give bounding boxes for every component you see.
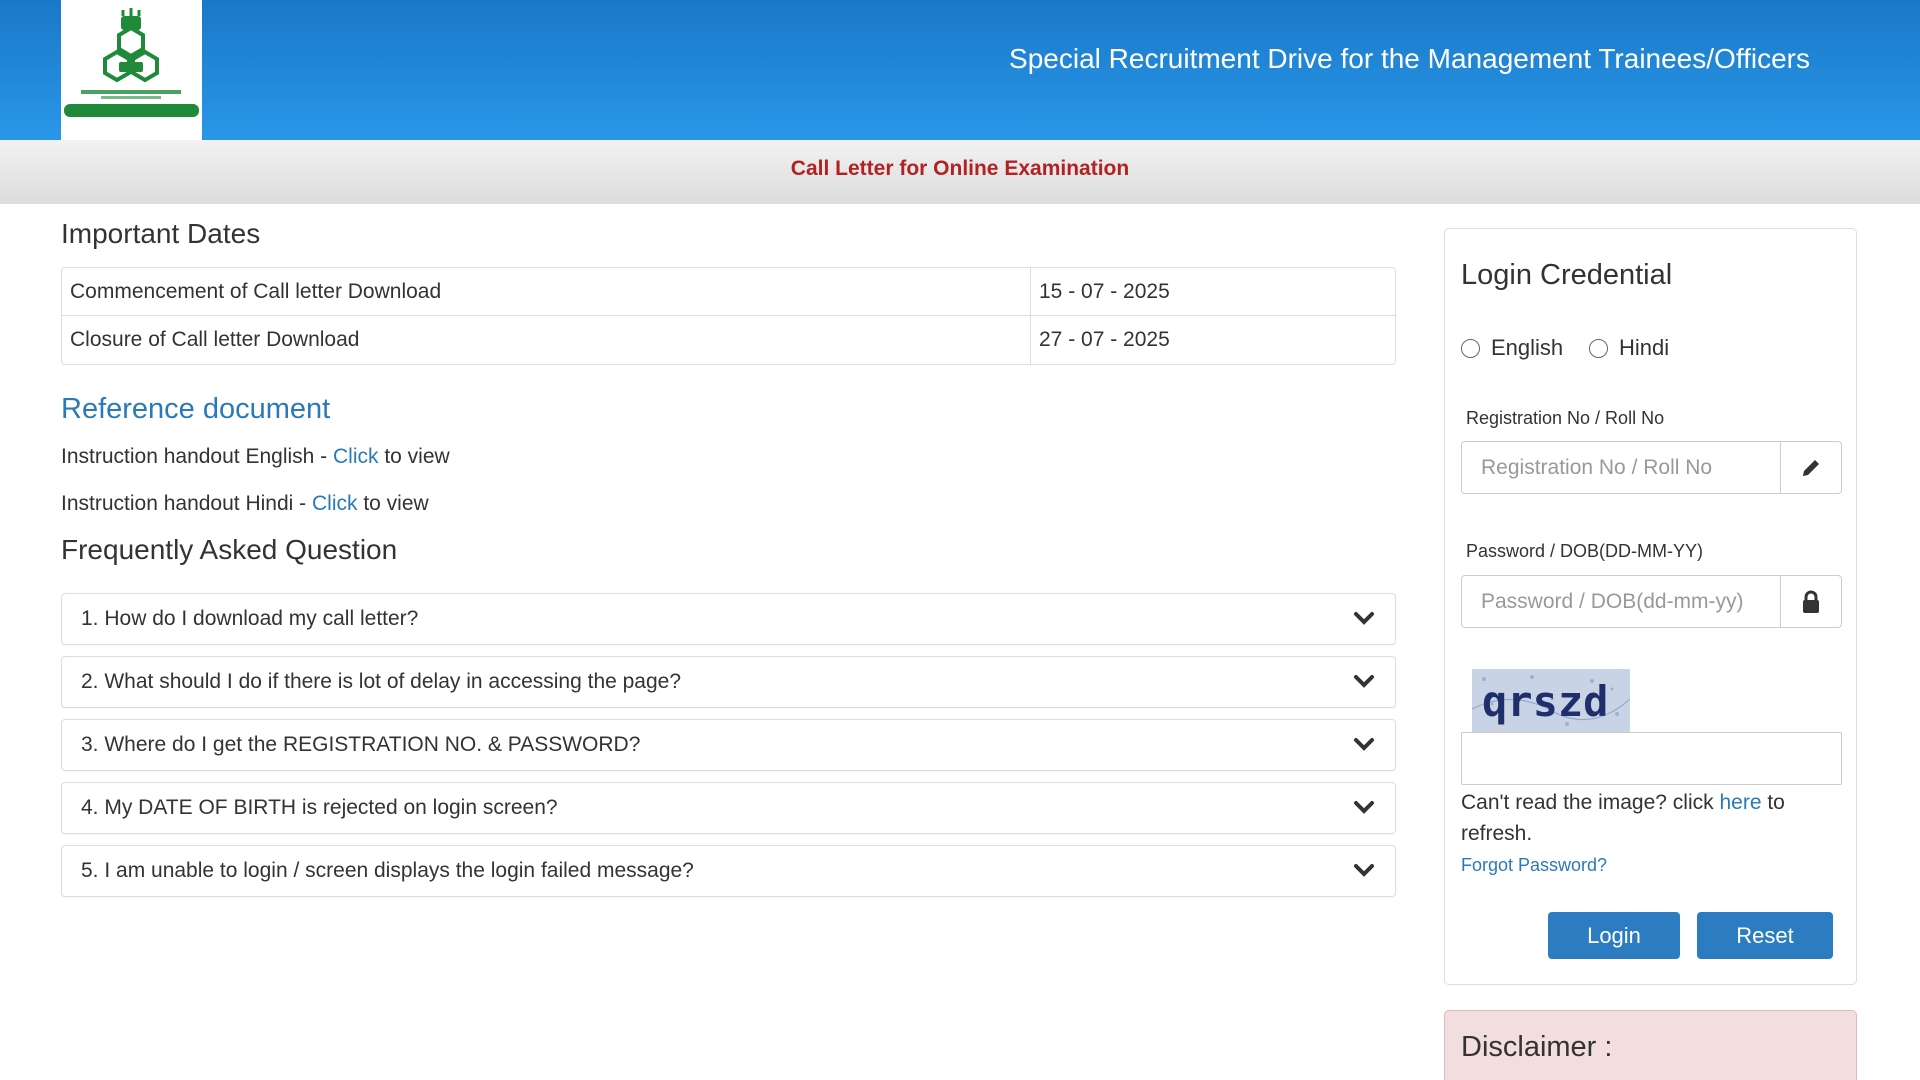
faq-question: 2. What should I do if there is lot of d… xyxy=(81,670,682,693)
reference-suffix: to view xyxy=(378,445,450,468)
captcha-help: Can't read the image? click here to refr… xyxy=(1461,787,1841,849)
registration-addon xyxy=(1780,442,1841,493)
lock-icon xyxy=(1802,590,1819,613)
password-addon xyxy=(1780,576,1841,627)
site-header: Special Recruitment Drive for the Manage… xyxy=(0,0,1920,140)
faq-item[interactable]: 3. Where do I get the REGISTRATION NO. &… xyxy=(61,719,1396,771)
faq-question: 5. I am unable to login / screen display… xyxy=(81,859,694,882)
radio-label: English xyxy=(1491,335,1564,360)
password-input-group xyxy=(1461,575,1842,628)
chevron-down-icon xyxy=(1354,864,1374,877)
reset-button[interactable]: Reset xyxy=(1697,912,1833,959)
important-dates-table: Commencement of Call letter Download 15 … xyxy=(61,267,1396,365)
language-radio-hindi[interactable]: Hindi xyxy=(1589,335,1669,361)
chevron-down-icon xyxy=(1354,675,1374,688)
pencil-icon xyxy=(1802,459,1819,476)
captcha-help-text: Can't read the image? click xyxy=(1461,791,1720,814)
disclaimer-heading: Disclaimer : xyxy=(1461,1031,1613,1063)
date-value: 15 - 07 - 2025 xyxy=(1030,268,1395,316)
important-dates-heading: Important Dates xyxy=(61,218,261,249)
registration-label: Registration No / Roll No xyxy=(1466,408,1665,428)
hindi-handout-link[interactable]: Click xyxy=(312,492,358,515)
subheader-bar: Call Letter for Online Examination xyxy=(0,140,1920,204)
chevron-down-icon xyxy=(1354,801,1374,814)
table-row: Closure of Call letter Download 27 - 07 … xyxy=(62,316,1395,364)
reference-text: Instruction handout English - xyxy=(61,445,333,468)
radio-button[interactable] xyxy=(1461,338,1480,358)
login-heading: Login Credential xyxy=(1461,259,1673,291)
forgot-password-link[interactable]: Forgot Password? xyxy=(1461,855,1607,876)
date-label: Commencement of Call letter Download xyxy=(62,268,1030,316)
chevron-down-icon xyxy=(1354,612,1374,625)
registration-input[interactable] xyxy=(1462,442,1781,493)
page-title: Special Recruitment Drive for the Manage… xyxy=(1009,43,1810,74)
date-label: Closure of Call letter Download xyxy=(70,328,360,351)
table-row: Commencement of Call letter Download 15 … xyxy=(62,268,1395,316)
radio-button[interactable] xyxy=(1589,338,1608,358)
english-handout-link[interactable]: Click xyxy=(333,445,379,468)
captcha-text: qrszd xyxy=(1482,677,1608,726)
faq-question: 4. My DATE OF BIRTH is rejected on login… xyxy=(81,796,558,819)
password-input[interactable] xyxy=(1462,576,1781,627)
reference-heading: Reference document xyxy=(61,393,331,425)
faq-item[interactable]: 5. I am unable to login / screen display… xyxy=(61,845,1396,897)
registration-input-group xyxy=(1461,441,1842,494)
faq-question: 1. How do I download my call letter? xyxy=(81,607,419,630)
reference-text: Instruction handout Hindi - xyxy=(61,492,312,515)
reference-item-english: Instruction handout English - Click to v… xyxy=(61,445,450,469)
captcha-input[interactable] xyxy=(1461,732,1842,785)
chevron-down-icon xyxy=(1354,738,1374,751)
captcha-image: qrszd xyxy=(1472,669,1630,732)
faq-item[interactable]: 2. What should I do if there is lot of d… xyxy=(61,656,1396,708)
disclaimer-panel: Disclaimer : xyxy=(1444,1010,1857,1080)
company-logo[interactable] xyxy=(61,0,202,140)
date-value: 27 - 07 - 2025 xyxy=(1030,316,1395,364)
radio-label: Hindi xyxy=(1619,335,1670,360)
faq-question: 3. Where do I get the REGISTRATION NO. &… xyxy=(81,733,641,756)
subheader-title: Call Letter for Online Examination xyxy=(790,157,1130,180)
reference-item-hindi: Instruction handout Hindi - Click to vie… xyxy=(61,492,429,516)
login-panel: Login Credential English Hindi Registrat… xyxy=(1444,228,1857,985)
company-logo-icon xyxy=(64,8,199,117)
faq-item[interactable]: 4. My DATE OF BIRTH is rejected on login… xyxy=(61,782,1396,834)
password-label: Password / DOB(DD-MM-YY) xyxy=(1466,541,1704,561)
faq-item[interactable]: 1. How do I download my call letter? xyxy=(61,593,1396,645)
login-button[interactable]: Login xyxy=(1548,912,1680,959)
reference-suffix: to view xyxy=(357,492,429,515)
faq-heading: Frequently Asked Question xyxy=(61,534,398,565)
language-radio-english[interactable]: English xyxy=(1461,335,1563,361)
captcha-refresh-link[interactable]: here xyxy=(1719,791,1761,814)
